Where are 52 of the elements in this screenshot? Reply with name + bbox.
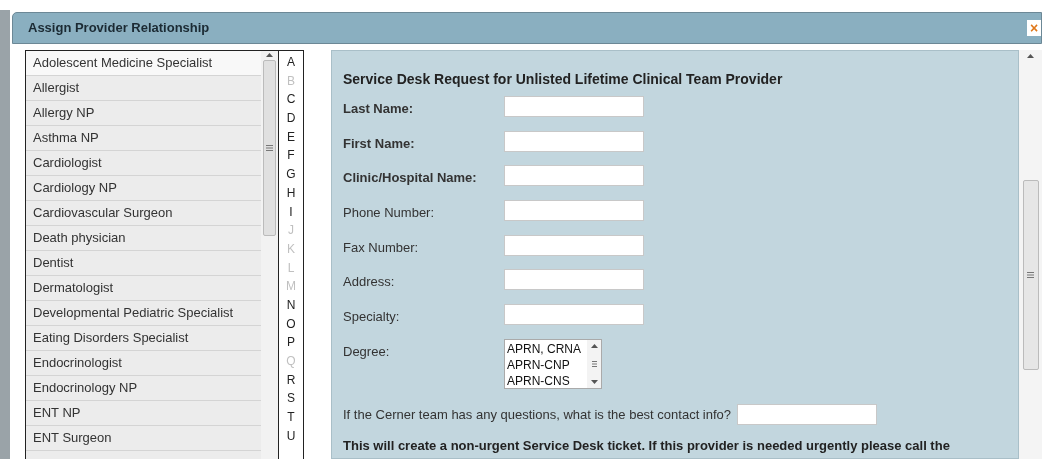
input-field[interactable] (504, 304, 644, 326)
alphabet-letter[interactable]: I (289, 202, 293, 222)
alphabet-letter[interactable]: U (286, 426, 296, 446)
field-label: Address: (343, 273, 396, 292)
scroll-down-icon[interactable] (590, 379, 598, 384)
scroll-up-icon[interactable] (1027, 54, 1034, 58)
field-label: Fax Number: (343, 238, 420, 257)
listbox-option[interactable]: APRN-CNS (507, 372, 587, 389)
listbox-option[interactable]: APRN, CRNA (507, 340, 587, 357)
grip-icon (266, 145, 273, 151)
alphabet-letter[interactable]: E (287, 127, 295, 147)
form-heading: Service Desk Request for Unlisted Lifetime Clinical Team Provider (343, 70, 784, 89)
input-field[interactable] (504, 130, 644, 152)
notice-text: This will create a non-urgent Service Desk ticket. If this provider is needed urgently please call the (343, 436, 951, 455)
field-label: Degree: (343, 342, 391, 361)
scroll-thumb[interactable] (263, 60, 276, 236)
alphabet-letter[interactable]: G (286, 165, 296, 184)
alphabet-letter[interactable]: A (287, 53, 295, 72)
listbox-option[interactable]: APRN-CNP (507, 356, 587, 373)
field-label: Specialty: (343, 308, 401, 327)
alphabet-letter[interactable]: S (287, 389, 295, 409)
scrollbar[interactable] (261, 51, 278, 459)
input-field[interactable] (504, 234, 644, 256)
scroll-thumb[interactable] (1022, 180, 1039, 370)
input-field[interactable] (504, 165, 644, 187)
scrollbar[interactable] (587, 339, 601, 388)
field-label: Clinic/Hospital Name: (343, 169, 478, 188)
input-field[interactable] (504, 200, 644, 222)
alphabet-letter[interactable]: C (286, 90, 296, 110)
input-field[interactable] (504, 269, 644, 291)
list-item[interactable]: Adolescent Medicine Specialist (26, 51, 261, 76)
alphabet-letter[interactable]: T (287, 408, 295, 427)
alphabet-letter[interactable]: D (286, 109, 296, 128)
listbox-field[interactable]: APRN, CRNA APRN-CNP APRN-CNS (504, 338, 602, 389)
alphabet-letter[interactable]: H (286, 183, 296, 203)
input-field[interactable] (504, 96, 644, 117)
scrollbar[interactable] (1019, 50, 1042, 459)
contact-question: If the Cerner team has any questions, what is the best contact info? (343, 405, 732, 424)
alphabet-letter[interactable]: O (286, 314, 296, 334)
alphabet-letter[interactable]: R (286, 370, 296, 390)
field-label: Phone Number: (343, 204, 436, 223)
alphabet-letter[interactable]: P (287, 333, 295, 352)
field-label: First Name: (343, 134, 416, 153)
scroll-up-icon[interactable] (266, 53, 273, 57)
scroll-up-icon[interactable] (590, 343, 598, 348)
field-label: Last Name: (343, 100, 415, 118)
grip-icon (589, 359, 599, 368)
alphabet-letter[interactable]: F (287, 146, 295, 166)
alphabet-letter[interactable]: N (286, 295, 296, 315)
grip-icon (1027, 272, 1034, 278)
input-field[interactable] (737, 403, 878, 425)
window-title: Assign Provider Relationship (28, 19, 210, 38)
